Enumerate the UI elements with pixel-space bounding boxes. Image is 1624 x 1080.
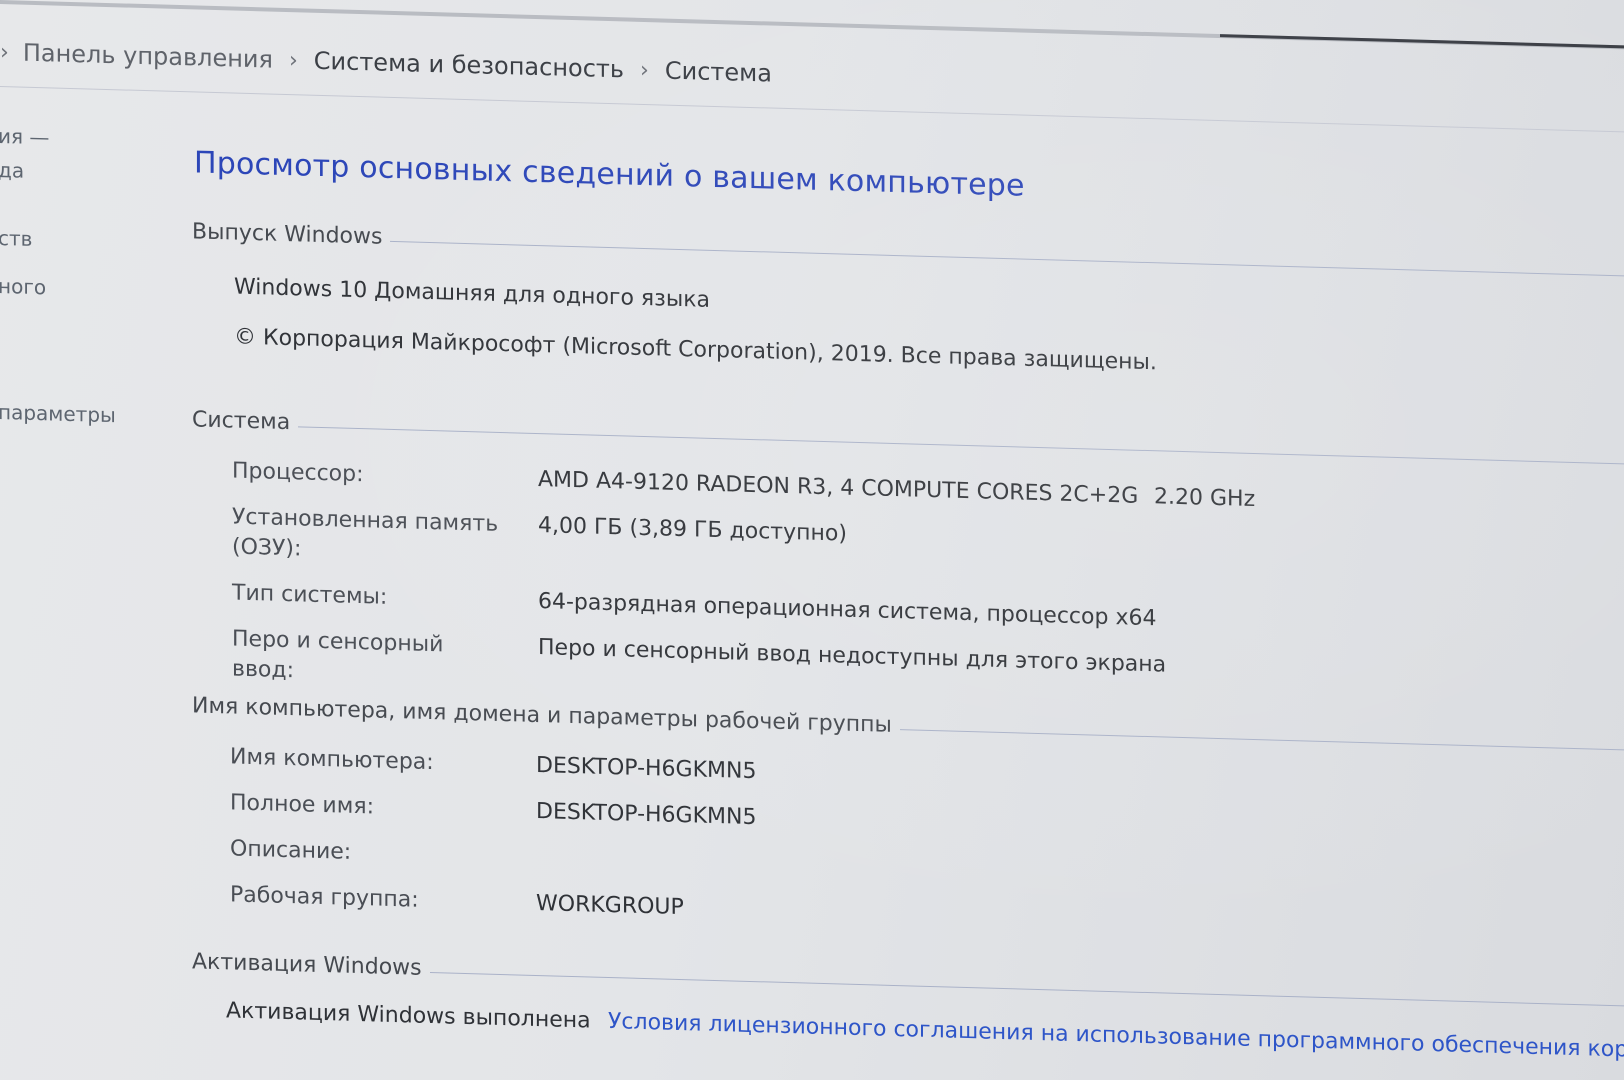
system-type-label: Тип системы: xyxy=(232,580,388,610)
section-divider xyxy=(390,240,1624,278)
window-top-border xyxy=(0,0,1624,52)
sidebar-link-fragment[interactable]: да xyxy=(0,158,24,183)
description-label: Описание: xyxy=(230,836,352,865)
system-type-value: 64-разрядная операционная система, проце… xyxy=(538,589,1157,632)
memory-label: Установленная память (ОЗУ): xyxy=(232,504,499,562)
chevron-right-icon[interactable]: › xyxy=(289,48,298,73)
processor-label: Процессор: xyxy=(232,458,364,488)
chevron-right-icon[interactable]: › xyxy=(640,57,649,82)
section-header-edition: Выпуск Windows xyxy=(192,219,1624,285)
page-title: Просмотр основных сведений о вашем компь… xyxy=(194,145,1025,204)
processor-value: AMD A4-9120 RADEON R3, 4 COMPUTE CORES 2… xyxy=(538,467,1139,509)
copyright-notice: © Корпорация Майкрософт (Microsoft Corpo… xyxy=(234,324,1157,376)
pen-touch-value: Перо и сенсорный ввод недоступны для это… xyxy=(538,635,1167,678)
section-divider xyxy=(298,425,1624,466)
license-terms-link[interactable]: Условия лицензионного соглашения на испо… xyxy=(608,1009,1624,1063)
system-window: › Панель управления › Система и безопасн… xyxy=(0,0,1624,1080)
address-bar-divider xyxy=(0,86,1624,135)
section-header-label: Активация Windows xyxy=(192,948,422,981)
pen-touch-label: Перо и сенсорный ввод: xyxy=(232,626,444,684)
sidebar-link-advanced-settings[interactable]: параметры xyxy=(0,400,116,427)
computer-name-value: DESKTOP-H6GKMN5 xyxy=(536,752,757,785)
computer-name-label: Имя компьютера: xyxy=(230,744,434,776)
workgroup-label: Рабочая группа: xyxy=(230,882,419,913)
section-header-label: Система xyxy=(192,406,291,435)
sidebar-link-fragment[interactable]: ия — xyxy=(0,124,49,149)
system-scene: › Панель управления › Система и безопасн… xyxy=(0,0,1624,1080)
memory-value: 4,00 ГБ (3,89 ГБ доступно) xyxy=(538,513,847,547)
section-header-label: Выпуск Windows xyxy=(192,218,383,250)
full-name-label: Полное имя: xyxy=(230,790,374,820)
processor-speed-value: 2.20 GHz xyxy=(1154,484,1256,513)
sidebar-link-fragment[interactable]: ного xyxy=(0,274,46,299)
sidebar: ия — да ств ного параметры xyxy=(0,0,170,1080)
workgroup-value: WORKGROUP xyxy=(536,890,684,921)
sidebar-link-fragment[interactable]: ств xyxy=(0,226,32,251)
window-top-border-dark xyxy=(1220,34,1624,49)
section-header-label: Имя компьютера, имя домена и параметры р… xyxy=(192,692,892,738)
section-divider xyxy=(899,728,1624,752)
breadcrumb-system[interactable]: Система xyxy=(665,57,772,88)
breadcrumb-system-and-security[interactable]: Система и безопасность xyxy=(314,47,624,84)
section-divider xyxy=(429,971,1624,1008)
activation-status: Активация Windows выполнена xyxy=(226,998,591,1034)
full-name-value: DESKTOP-H6GKMN5 xyxy=(536,798,757,831)
windows-edition-name: Windows 10 Домашняя для одного языка xyxy=(234,274,710,313)
